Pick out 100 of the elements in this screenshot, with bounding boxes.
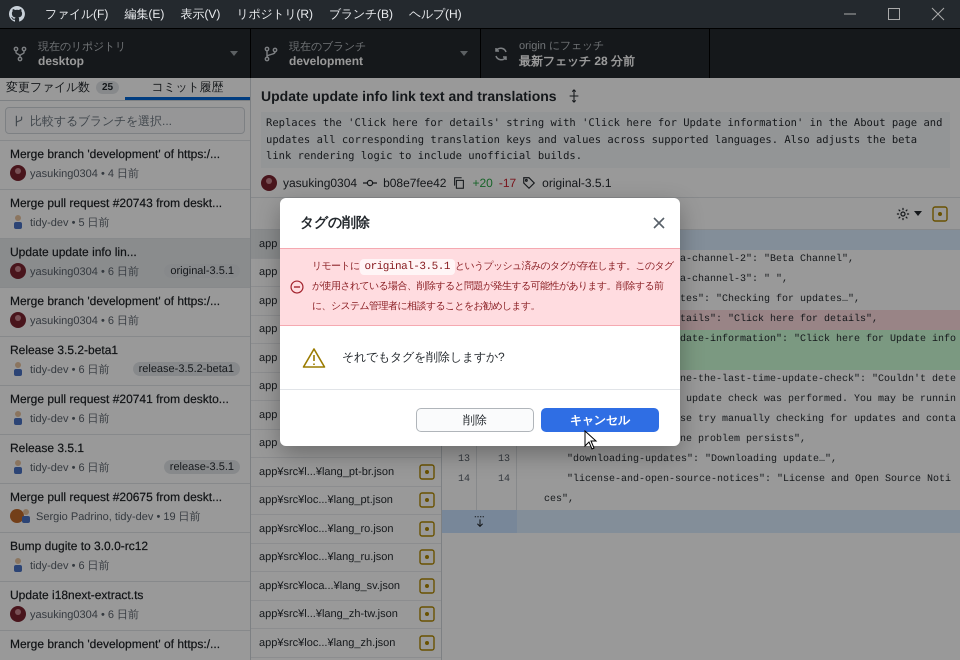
avatar-icon	[10, 606, 26, 622]
file-path: app¥src¥l...¥lang_pt-br.json	[259, 466, 394, 478]
settings-button[interactable]	[896, 206, 922, 220]
avatar-icon	[261, 174, 277, 190]
commit-author-date: yasuking0304 • 6 日前	[30, 314, 140, 328]
maximize-icon[interactable]	[887, 7, 901, 21]
commit-title: Merge branch 'development' of https:/...	[10, 637, 222, 651]
file-row[interactable]: app¥src¥loc...¥lang_ru.json	[251, 544, 441, 572]
warning-icon	[302, 346, 326, 368]
menu-item[interactable]: 編集(E)	[116, 6, 172, 22]
code-line: "license-and-open-source-notices": "License and Open Source Notices",	[544, 474, 952, 505]
commit-author-date: yasuking0304 • 4 日前	[30, 166, 140, 180]
code-line: se try manually checking for updates and conta	[680, 414, 956, 425]
file-path: app¥src¥loc...¥lang_ro.json	[259, 522, 394, 535]
expand-down-icon	[472, 514, 486, 528]
additions-count: +20	[472, 176, 493, 190]
file-row[interactable]: app¥src¥l...¥lang_pt-br.json	[251, 458, 441, 486]
commit-title: Update update info lin...	[10, 245, 138, 259]
code-line: "downloading-updates": "Downloading update…",	[567, 454, 838, 465]
selector-value: development	[289, 54, 364, 68]
commit-description: Replaces the 'Click here for details' string with 'Click here for Update information' in the About page and updates all corresponding translation keys and values across supported languages. Also adjusts the beta link rendering logic to include unofficial builds.	[261, 112, 950, 168]
commit-title: Merge pull request #20675 from deskt...	[10, 490, 224, 504]
commit-title: Update update info link text and translations	[261, 88, 557, 104]
sidebar-tab[interactable]: コミット履歴	[125, 78, 250, 100]
file-path: app	[259, 380, 278, 392]
menu-item[interactable]: リポジトリ(R)	[228, 6, 321, 22]
avatar-icon	[10, 263, 26, 279]
avatar-icon	[10, 165, 26, 181]
modified-file-icon	[419, 492, 435, 508]
avatars-icon	[10, 508, 32, 524]
close-icon	[652, 216, 666, 230]
cancel-button[interactable]: キャンセル	[541, 408, 659, 432]
move-arrows-icon[interactable]	[566, 89, 581, 103]
caret-icon	[914, 211, 922, 216]
confirm-question: それでもタグを削除しますか?	[342, 349, 505, 366]
line-number: 13	[442, 450, 477, 470]
file-path: app	[259, 323, 278, 336]
commit-row[interactable]: Bump dugite to 3.0.0-rc12 tidy-dev • 6 日前	[0, 533, 250, 582]
file-path: app	[259, 408, 278, 421]
commit-author-date: tidy-dev • 6 日前	[30, 558, 110, 572]
commit-sha: b08e7fee42	[383, 176, 446, 190]
commit-row[interactable]: Update i18next-extract.ts yasuking0304 • 6 日前	[0, 582, 250, 631]
commit-row[interactable]: Merge pull request #20741 from deskto... tidy-dev • 6 日前	[0, 386, 250, 435]
close-icon[interactable]	[931, 7, 945, 21]
tag-icon	[522, 176, 536, 190]
menu-item[interactable]: 表示(V)	[172, 6, 228, 22]
commit-author-date: tidy-dev • 6 日前	[30, 460, 110, 474]
file-row[interactable]: app¥src¥loca...¥lang_sv.json	[251, 572, 441, 600]
code-line: a-channel-3": " ",	[680, 274, 788, 285]
commit-row[interactable]: Merge branch 'development' of https:/... yasuking0304 • 6 日前	[0, 288, 250, 337]
file-path: app¥src¥loca...¥lang_sv.json	[259, 580, 400, 592]
branch-filter-field[interactable]: 比較するブランチを選択...	[5, 107, 245, 134]
stop-icon	[290, 280, 304, 294]
commit-row[interactable]: Merge pull request #20675 from deskt... Sergio Padrino, tidy-dev • 19 日前	[0, 484, 250, 533]
file-row[interactable]: app¥src¥l...¥lang_zh-tw.json	[251, 600, 441, 629]
commit-author-date: yasuking0304 • 6 日前	[30, 264, 140, 278]
commit-title: Update i18next-extract.ts	[10, 588, 144, 602]
github-logo-icon	[9, 6, 25, 22]
code-line: tails": "Click here for details",	[680, 314, 878, 325]
commit-row[interactable]: Release 3.5.2-beta1 tidy-dev • 6 日前 release-3.5.2-beta1	[0, 337, 250, 386]
commit-author-date: tidy-dev • 6 日前	[30, 412, 110, 426]
menu-item[interactable]: ヘルプ(H)	[401, 6, 470, 22]
branch-icon	[263, 46, 279, 62]
code-line: tes": "Checking for updates…",	[680, 294, 860, 305]
code-line: ne-the-last-time-update-check": "Couldn't dete	[680, 374, 956, 385]
commit-title: Merge pull request #20741 from deskto...	[10, 392, 230, 406]
file-path: app	[259, 294, 278, 307]
commit-author-date: yasuking0304 • 6 日前	[30, 608, 140, 622]
commit-title: Release 3.5.2-beta1	[10, 343, 120, 357]
commit-author: yasuking0304	[283, 176, 358, 190]
delete-button[interactable]: 削除	[416, 408, 534, 432]
commit-author-date: tidy-dev • 6 日前	[30, 362, 110, 376]
commit-title: Release 3.5.1	[10, 441, 86, 455]
fetch-selector[interactable]: origin にフェッチ 最新フェッチ 28 分前	[481, 29, 710, 78]
commit-author-date: tidy-dev • 5 日前	[30, 216, 110, 230]
file-path: app¥src¥l...¥lang_zh-tw.json	[259, 608, 398, 620]
file-path: app¥src¥loc...¥lang_ru.json	[259, 551, 394, 564]
commit-row[interactable]: Update update info lin... yasuking0304 • 6 日前 original-3.5.1	[0, 239, 250, 288]
code-line: a-channel-2": "Beta Channel",	[680, 254, 854, 265]
count-badge: 25	[96, 81, 120, 94]
commit-row[interactable]: Merge branch 'development' of https:/...	[0, 631, 250, 660]
code-line: update check was performed. You may be runnin	[685, 394, 956, 405]
branch-selector[interactable]: 現在のブランチ development	[251, 29, 481, 78]
avatar-icon	[10, 312, 26, 328]
commit-row[interactable]: Release 3.5.1 tidy-dev • 6 日前 release-3.5.1	[0, 435, 250, 484]
sync-icon	[493, 46, 509, 62]
caret-icon	[230, 51, 238, 56]
file-path: app	[259, 266, 278, 278]
copy-icon[interactable]	[452, 176, 466, 190]
error-message: リモートに original-3.5.1 というプッシュ済みのタグが存在します。このタグが使用されている場合、削除すると問題が発生する可能性があります。削除する前に、システム管理者に相談することをお勧めします。	[312, 258, 674, 314]
file-row[interactable]: app¥src¥loc...¥lang_pt.json	[251, 486, 441, 515]
file-row[interactable]: app¥src¥loc...¥lang_zh.json	[251, 629, 441, 658]
file-row[interactable]: app¥src¥loc...¥lang_ro.json	[251, 515, 441, 544]
menu-item[interactable]: ブランチ(B)	[321, 6, 401, 22]
selector-label: 現在のリポジトリ	[38, 40, 127, 54]
menu-item[interactable]: ファイル(F)	[37, 6, 116, 22]
deletions-count: -17	[498, 176, 516, 190]
modified-file-icon	[419, 549, 435, 566]
modified-file-icon	[419, 606, 435, 622]
commit-row[interactable]: Merge branch 'development' of https:/... yasuking0304 • 4 日前	[0, 141, 250, 190]
